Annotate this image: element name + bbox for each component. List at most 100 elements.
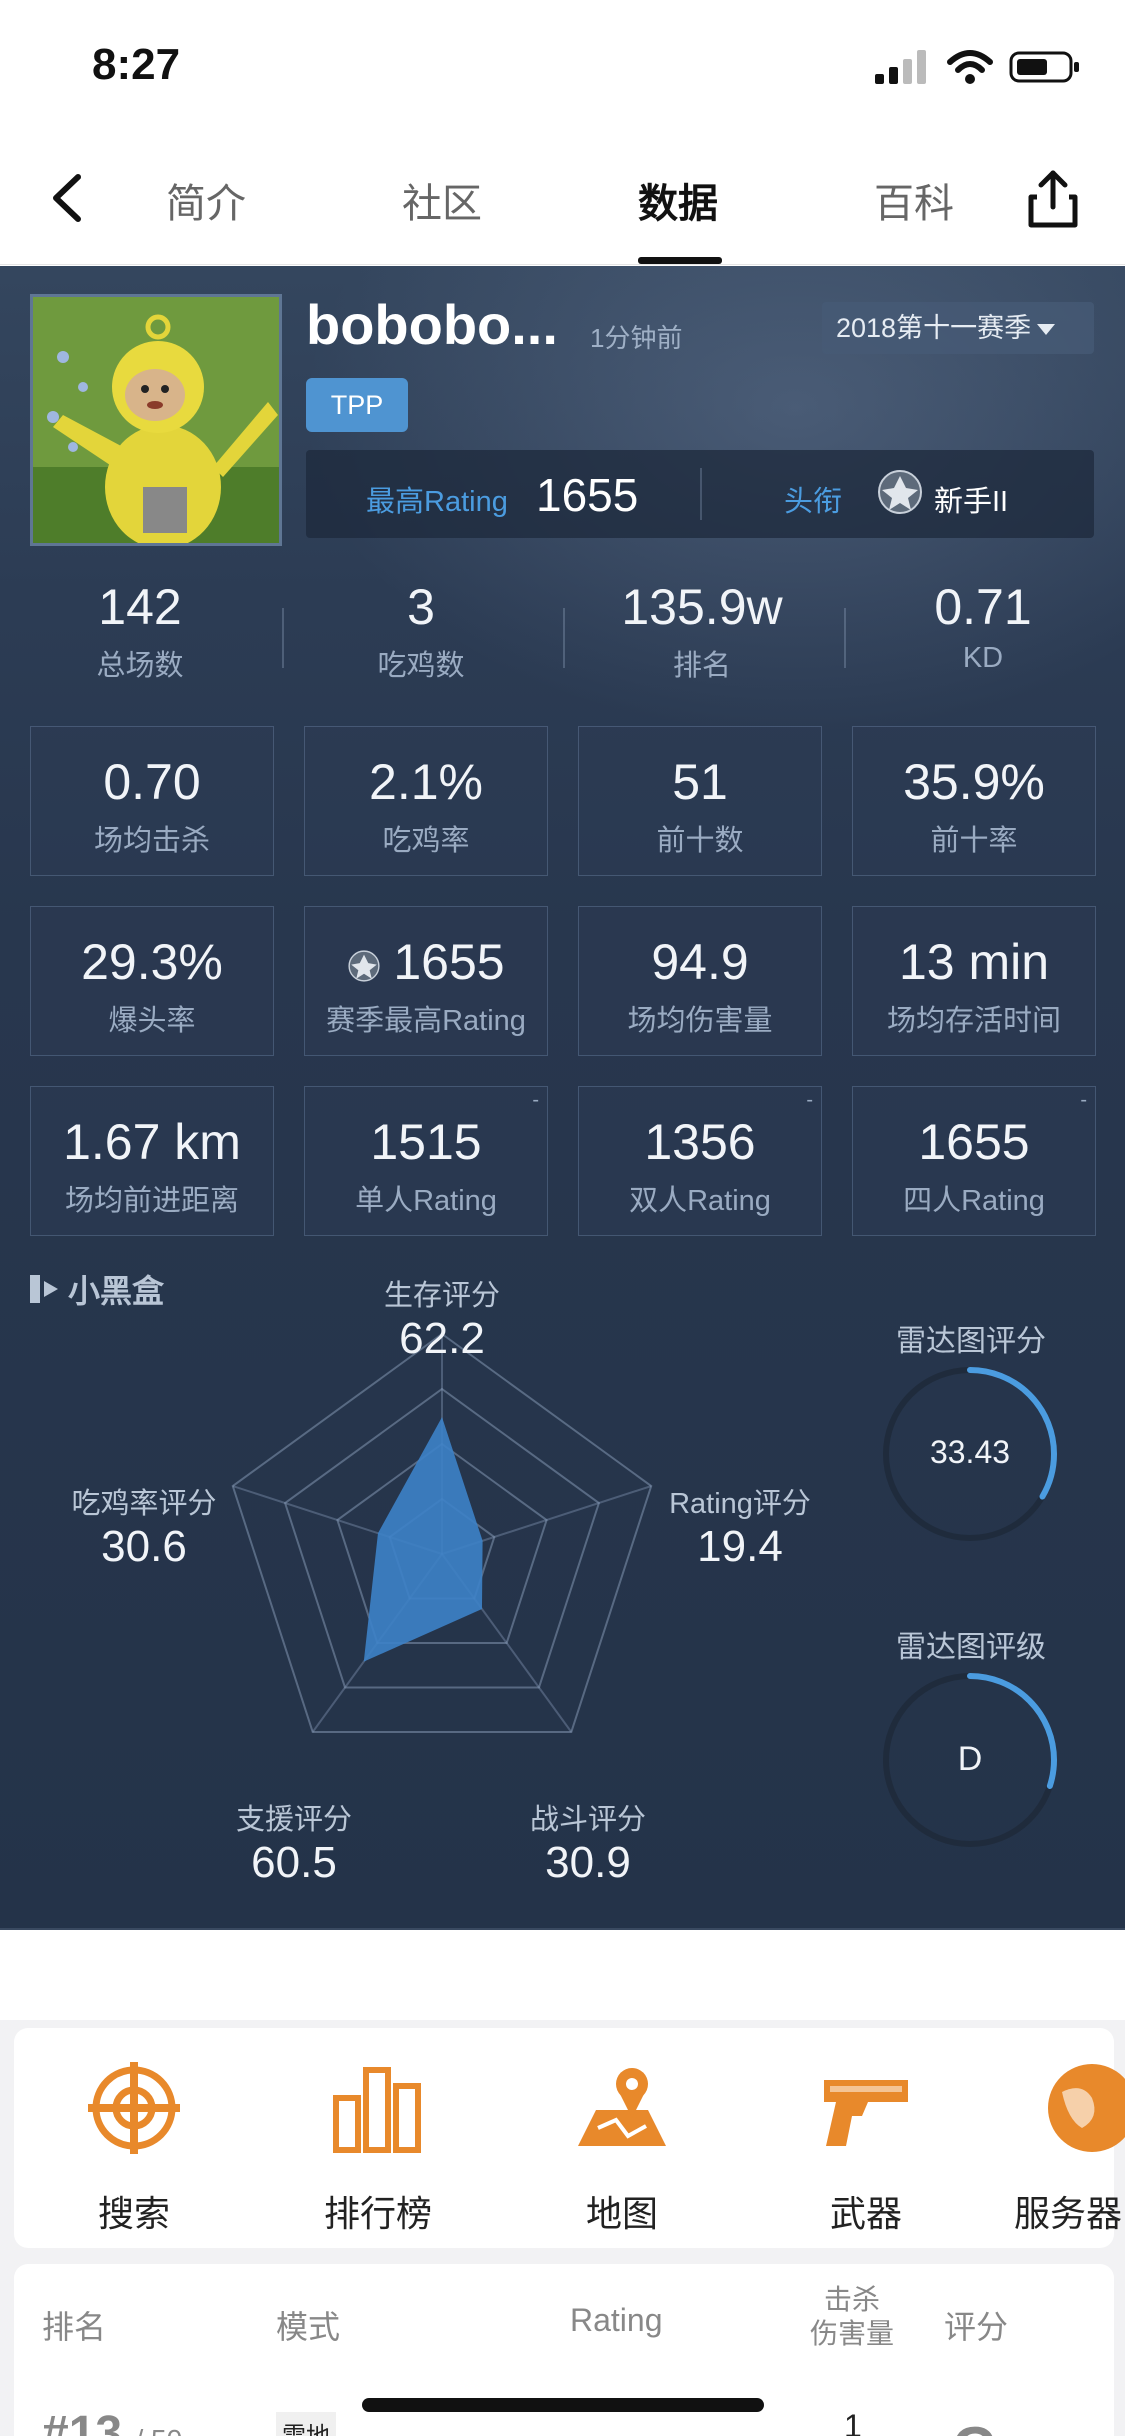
row-kills: 1: [844, 2408, 862, 2436]
stat-value: 29.3%: [81, 934, 223, 990]
stat-value: 35.9%: [903, 754, 1045, 810]
collapse-button[interactable]: 收起: [0, 1928, 1125, 1930]
stat-cell[interactable]: - 1356 双人Rating: [578, 1086, 822, 1236]
tab-wiki[interactable]: 百科: [874, 171, 954, 229]
stat-cell: 51 前十数: [578, 726, 822, 876]
stat-value: 94.9: [651, 934, 749, 990]
stats-panel: bobobo... 1分钟前 2018第十一赛季 TPP 最高Rating 16…: [0, 266, 1125, 1930]
globe-icon: [1048, 2064, 1125, 2152]
axis-value: 19.4: [697, 1522, 783, 1571]
stat-total-games: 142 总场数: [0, 578, 280, 684]
username: bobobo...: [306, 293, 558, 356]
tab-community[interactable]: 社区: [402, 171, 482, 229]
stat-label: 前十数: [656, 825, 744, 857]
caret-down-icon: [1037, 324, 1056, 336]
bar-chart-icon: [333, 2067, 421, 2153]
stat-value: 142: [98, 579, 182, 635]
row-rank: #13 / 50: [42, 2406, 182, 2436]
radar-label-survival: 生存评分 62.2: [342, 1272, 542, 1364]
radar-grade-value: D: [957, 1740, 983, 1778]
tool-bar: 搜索 排行榜 地图 武器 服务器: [14, 2028, 1125, 2248]
tool-leaderboard[interactable]: 排行榜: [288, 2058, 468, 2237]
stat-value: 1.67 km: [63, 1114, 241, 1170]
stat-value: 51: [672, 754, 728, 810]
stat-label: KD: [962, 642, 1004, 674]
radar-label-chicken: 吃鸡率评分 30.6: [44, 1480, 244, 1572]
axis-value: 62.2: [399, 1314, 485, 1363]
share-icon[interactable]: [1023, 165, 1083, 235]
signal-icon: [875, 50, 926, 84]
stat-value: 0.71: [934, 579, 1032, 635]
stat-value-row: 1655: [305, 933, 547, 991]
top-nav: 简介 社区 数据 百科: [0, 135, 1125, 265]
tool-label: 地图: [585, 2193, 658, 2234]
stat-kd: 0.71 KD: [843, 578, 1123, 675]
tool-label: 武器: [829, 2193, 902, 2234]
stat-value: 3: [407, 579, 435, 635]
radar-grade-title: 雷达图评级: [896, 1631, 1046, 1664]
stat-cell[interactable]: - 1655 四人Rating: [852, 1086, 1096, 1236]
tool-weapons[interactable]: 武器: [776, 2058, 956, 2237]
stat-cell: 13 min 场均存活时间: [852, 906, 1096, 1056]
col-mode: 模式: [276, 2309, 341, 2345]
title-label: 头衔: [784, 486, 843, 518]
stat-wins: 3 吃鸡数: [281, 578, 561, 684]
rank-badge-icon: [348, 950, 380, 982]
stat-value: 135.9w: [621, 579, 783, 635]
status-icons: [875, 50, 1081, 84]
col-damage: 伤害量: [810, 2318, 895, 2349]
wifi-icon: [947, 50, 993, 84]
chevron-right-icon: [1054, 2432, 1084, 2436]
axis-value: 30.9: [545, 1838, 631, 1887]
stat-label: 场均前进距离: [64, 1185, 239, 1217]
stat-cell: 29.3% 爆头率: [30, 906, 274, 1056]
status-time: 8:27: [92, 40, 181, 89]
avatar[interactable]: [30, 294, 282, 546]
stat-cell: 35.9% 前十率: [852, 726, 1096, 876]
stat-label: 场均击杀: [93, 825, 210, 857]
axis-value: 60.5: [251, 1838, 337, 1887]
stat-label: 场均存活时间: [886, 1005, 1061, 1037]
stat-cell: 1655 赛季最高Rating: [304, 906, 548, 1056]
tab-data[interactable]: 数据: [638, 171, 718, 229]
tool-label: 排行榜: [323, 2193, 432, 2234]
row-mode: 雪地: [276, 2412, 336, 2436]
stat-cell: 2.1% 吃鸡率: [304, 726, 548, 876]
active-tab-indicator: [638, 257, 722, 264]
row-grade: C: [952, 2414, 995, 2436]
stat-value: 1655: [393, 934, 505, 990]
tool-map[interactable]: 地图: [532, 2058, 712, 2237]
rank-badge-icon: [878, 470, 922, 514]
radar-data-area: [363, 1417, 483, 1662]
back-icon[interactable]: [40, 163, 100, 233]
stat-label: 爆头率: [108, 1005, 196, 1037]
col-rating: Rating: [570, 2302, 663, 2338]
stat-value: 1356: [644, 1114, 756, 1170]
expand-marker: -: [532, 1089, 539, 1111]
mode-badge[interactable]: TPP: [306, 378, 408, 432]
stat-label: 排名: [672, 650, 731, 682]
tool-search[interactable]: 搜索: [44, 2058, 224, 2237]
season-select[interactable]: 2018第十一赛季: [822, 302, 1094, 354]
stat-cell[interactable]: - 1515 单人Rating: [304, 1086, 548, 1236]
radar-score-title: 雷达图评分: [896, 1325, 1046, 1358]
axis-name: 战斗评分: [529, 1804, 646, 1836]
tab-intro[interactable]: 简介: [166, 171, 246, 229]
stat-label: 双人Rating: [629, 1185, 771, 1217]
summary-stats: 142 总场数 3 吃鸡数 135.9w 排名 0.71 KD: [0, 578, 1125, 698]
stat-label: 单人Rating: [355, 1185, 497, 1217]
max-rating-value: 1655: [536, 469, 639, 521]
last-updated: 1分钟前: [590, 323, 683, 353]
stat-cell: 1.67 km 场均前进距离: [30, 1086, 274, 1236]
tool-servers[interactable]: 服务器: [1004, 2058, 1125, 2237]
stat-cell: 94.9 场均伤害量: [578, 906, 822, 1056]
radar-label-combat: 战斗评分 30.9: [488, 1796, 688, 1888]
expand-marker: -: [806, 1089, 813, 1111]
stat-label: 前十率: [930, 825, 1018, 857]
stat-value: 2.1%: [369, 754, 483, 810]
expand-marker: -: [1080, 1089, 1087, 1111]
axis-name: Rating评分: [669, 1488, 811, 1520]
pistol-icon: [824, 2080, 908, 2146]
rank-value: #13: [42, 2407, 123, 2436]
stat-value: 13 min: [898, 934, 1050, 990]
